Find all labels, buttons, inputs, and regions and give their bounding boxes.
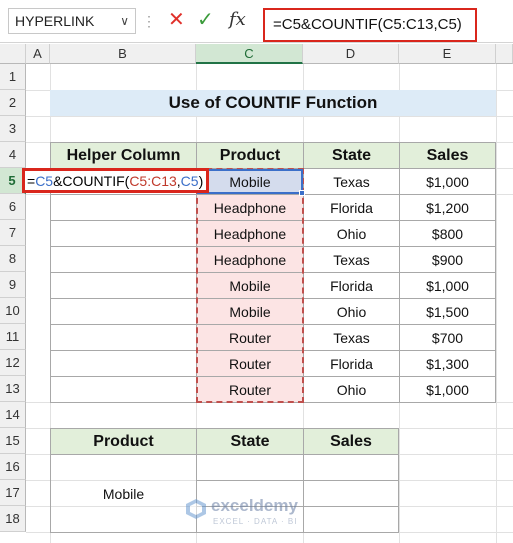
product-cell[interactable]: Headphone xyxy=(196,246,304,273)
helper-cell[interactable] xyxy=(50,324,197,351)
state-cell[interactable]: Ohio xyxy=(303,376,400,403)
fill-handle[interactable] xyxy=(299,190,305,196)
formula-bar-grip-icon: ⋮ xyxy=(142,13,156,29)
lookup-sales-cell[interactable] xyxy=(303,454,399,481)
row-header-16[interactable]: 16 xyxy=(0,454,26,480)
close-icon[interactable]: ✕ xyxy=(168,9,188,31)
formula-ref-c5: C5 xyxy=(180,173,199,189)
product-cell[interactable]: Router xyxy=(196,376,304,403)
sales-cell[interactable]: $900 xyxy=(399,246,496,273)
column-header-d[interactable]: D xyxy=(303,44,399,64)
column-header-e[interactable]: E xyxy=(399,44,496,64)
formula-ref-c5: C5 xyxy=(35,173,54,189)
row-header-18[interactable]: 18 xyxy=(0,506,26,532)
row-header-14[interactable]: 14 xyxy=(0,402,26,428)
sales-cell[interactable]: $800 xyxy=(399,220,496,247)
formula-ref-range: C5:C13 xyxy=(129,173,177,189)
chevron-down-icon[interactable]: ∨ xyxy=(120,9,129,33)
lookup-header-product[interactable]: Product xyxy=(50,428,197,455)
helper-cell[interactable] xyxy=(50,220,197,247)
select-all-corner[interactable] xyxy=(0,44,26,64)
lookup-state-cell[interactable] xyxy=(196,454,304,481)
formula-bar-divider xyxy=(0,42,513,43)
product-cell[interactable]: Router xyxy=(196,324,304,351)
state-cell[interactable]: Florida xyxy=(303,194,400,221)
state-cell[interactable]: Ohio xyxy=(303,298,400,325)
row-header-9[interactable]: 9 xyxy=(0,272,26,298)
insert-function-icon[interactable]: fx xyxy=(229,9,251,31)
sales-cell[interactable]: $1,000 xyxy=(399,376,496,403)
exceldemy-watermark: exceldemy EXCEL · DATA · BI xyxy=(185,496,335,530)
helper-cell[interactable] xyxy=(50,272,197,299)
header-state[interactable]: State xyxy=(303,142,400,169)
product-cell[interactable]: Mobile xyxy=(196,298,304,325)
grid-line xyxy=(496,64,497,543)
row-header-1[interactable]: 1 xyxy=(0,64,26,90)
helper-cell[interactable] xyxy=(50,350,197,377)
state-cell[interactable]: Florida xyxy=(303,350,400,377)
helper-cell[interactable] xyxy=(50,376,197,403)
grid-line xyxy=(26,116,513,117)
row-header-6[interactable]: 6 xyxy=(0,194,26,220)
sales-cell[interactable]: $1,200 xyxy=(399,194,496,221)
row-header-2[interactable]: 2 xyxy=(0,90,26,116)
lookup-header-state[interactable]: State xyxy=(196,428,304,455)
formula-token: = xyxy=(27,173,36,189)
check-icon[interactable]: ✓ xyxy=(197,9,217,31)
column-header-c[interactable]: C xyxy=(196,44,303,64)
row-header-12[interactable]: 12 xyxy=(0,350,26,376)
row-header-4[interactable]: 4 xyxy=(0,142,26,168)
state-cell[interactable]: Texas xyxy=(303,324,400,351)
cell-edit-box[interactable]: =C5&COUNTIF(C5:C13,C5) xyxy=(22,168,209,193)
helper-cell[interactable] xyxy=(50,194,197,221)
sales-cell[interactable]: $1,300 xyxy=(399,350,496,377)
name-box[interactable]: HYPERLINK ∨ xyxy=(8,8,136,34)
row-header-10[interactable]: 10 xyxy=(0,298,26,324)
product-cell[interactable]: Headphone xyxy=(196,194,304,221)
header-sales[interactable]: Sales xyxy=(399,142,496,169)
formula-token: ) xyxy=(198,173,204,189)
column-header-b[interactable]: B xyxy=(50,44,196,64)
watermark-name: exceldemy xyxy=(211,496,298,515)
page-title: Use of COUNTIF Function xyxy=(50,90,496,116)
sales-cell[interactable]: $1,000 xyxy=(399,168,496,195)
row-header-17[interactable]: 17 xyxy=(0,480,26,506)
product-cell[interactable]: Mobile xyxy=(196,272,304,299)
exceldemy-logo-icon xyxy=(186,499,206,519)
state-cell[interactable]: Florida xyxy=(303,272,400,299)
sales-cell[interactable]: $1,500 xyxy=(399,298,496,325)
product-cell[interactable]: Headphone xyxy=(196,220,304,247)
row-header-3[interactable]: 3 xyxy=(0,116,26,142)
lookup-header-sales[interactable]: Sales xyxy=(303,428,399,455)
state-cell[interactable]: Texas xyxy=(303,168,400,195)
helper-cell[interactable] xyxy=(50,298,197,325)
sales-cell[interactable]: $1,000 xyxy=(399,272,496,299)
header-helper-column[interactable]: Helper Column xyxy=(50,142,197,169)
header-product[interactable]: Product xyxy=(196,142,304,169)
lookup-product-value[interactable]: Mobile xyxy=(50,454,197,533)
column-header-f[interactable] xyxy=(496,44,513,64)
sales-cell[interactable]: $700 xyxy=(399,324,496,351)
row-header-13[interactable]: 13 xyxy=(0,376,26,402)
product-cell[interactable]: Router xyxy=(196,350,304,377)
name-box-value: HYPERLINK xyxy=(15,13,95,29)
formula-token: &COUNTIF( xyxy=(53,173,130,189)
helper-cell[interactable] xyxy=(50,246,197,273)
row-header-15[interactable]: 15 xyxy=(0,428,26,454)
row-header-11[interactable]: 11 xyxy=(0,324,26,350)
watermark-tagline: EXCEL · DATA · BI xyxy=(213,517,298,526)
column-header-a[interactable]: A xyxy=(26,44,50,64)
state-cell[interactable]: Texas xyxy=(303,246,400,273)
row-header-7[interactable]: 7 xyxy=(0,220,26,246)
state-cell[interactable]: Ohio xyxy=(303,220,400,247)
row-header-8[interactable]: 8 xyxy=(0,246,26,272)
active-cell-c5[interactable]: Mobile xyxy=(197,169,303,194)
formula-input[interactable]: =C5&COUNTIF(C5:C13,C5) xyxy=(263,8,477,42)
